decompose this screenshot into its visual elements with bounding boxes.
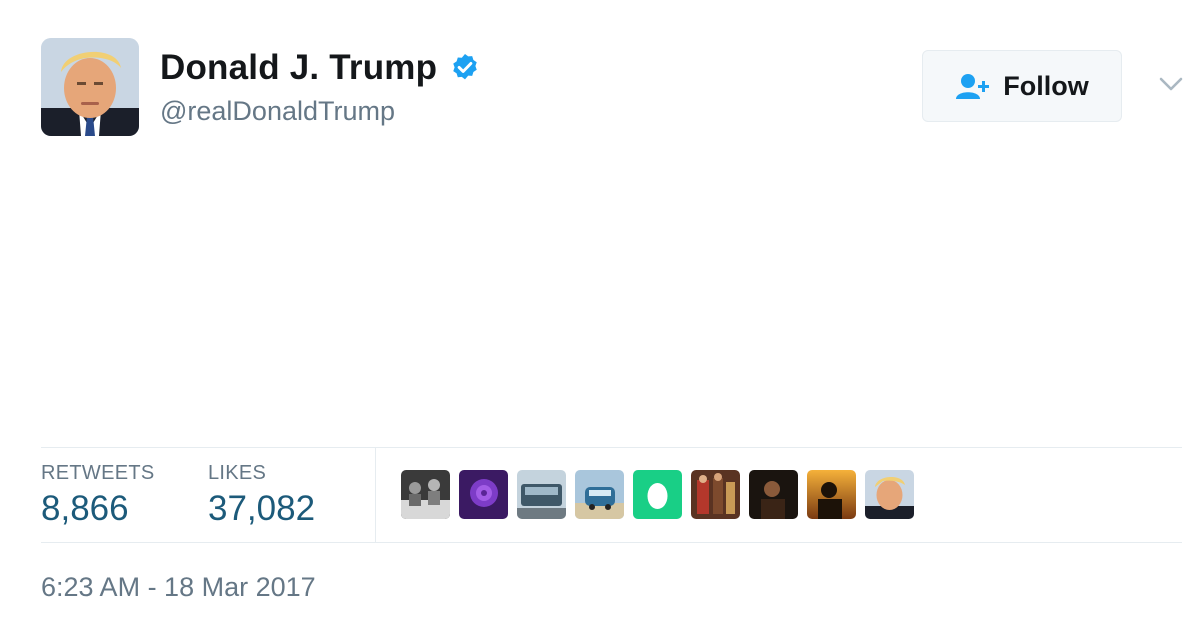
divider-top (41, 447, 1182, 448)
liker-avatar-vehicle[interactable] (517, 470, 566, 519)
tweet-timestamp[interactable]: 6:23 AM - 18 Mar 2017 (41, 572, 316, 603)
liker-avatars (401, 470, 914, 519)
liker-avatar-painting[interactable] (691, 470, 740, 519)
stats-separator (375, 448, 376, 542)
author-name-row: Donald J. Trump (160, 48, 481, 88)
liker-avatar-portrait[interactable] (865, 470, 914, 519)
liker-avatar-bw-group[interactable] (401, 470, 450, 519)
retweets-stat[interactable]: RETWEETS 8,866 (41, 462, 155, 529)
liker-avatar-default-egg[interactable] (633, 470, 682, 519)
add-user-icon (955, 72, 991, 100)
follow-button[interactable]: Follow (922, 50, 1122, 122)
likes-label: LIKES (208, 462, 267, 484)
liker-avatar-sunset-silhouette[interactable] (807, 470, 856, 519)
divider-bottom (41, 542, 1182, 543)
retweets-label: RETWEETS (41, 462, 155, 484)
liker-avatar-blue-van[interactable] (575, 470, 624, 519)
chevron-down-icon[interactable] (1158, 74, 1184, 94)
liker-avatar-dark-portrait[interactable] (749, 470, 798, 519)
likes-count: 37,082 (208, 489, 316, 528)
author-fullname[interactable]: Donald J. Trump (160, 48, 437, 88)
retweets-count: 8,866 (41, 489, 129, 528)
likes-stat[interactable]: LIKES 37,082 (208, 462, 315, 529)
verified-badge-icon (449, 52, 481, 84)
author-avatar[interactable] (41, 38, 139, 136)
author-handle[interactable]: @realDonaldTrump (160, 96, 395, 127)
follow-button-label: Follow (1003, 70, 1089, 101)
liker-avatar-purple-rose[interactable] (459, 470, 508, 519)
